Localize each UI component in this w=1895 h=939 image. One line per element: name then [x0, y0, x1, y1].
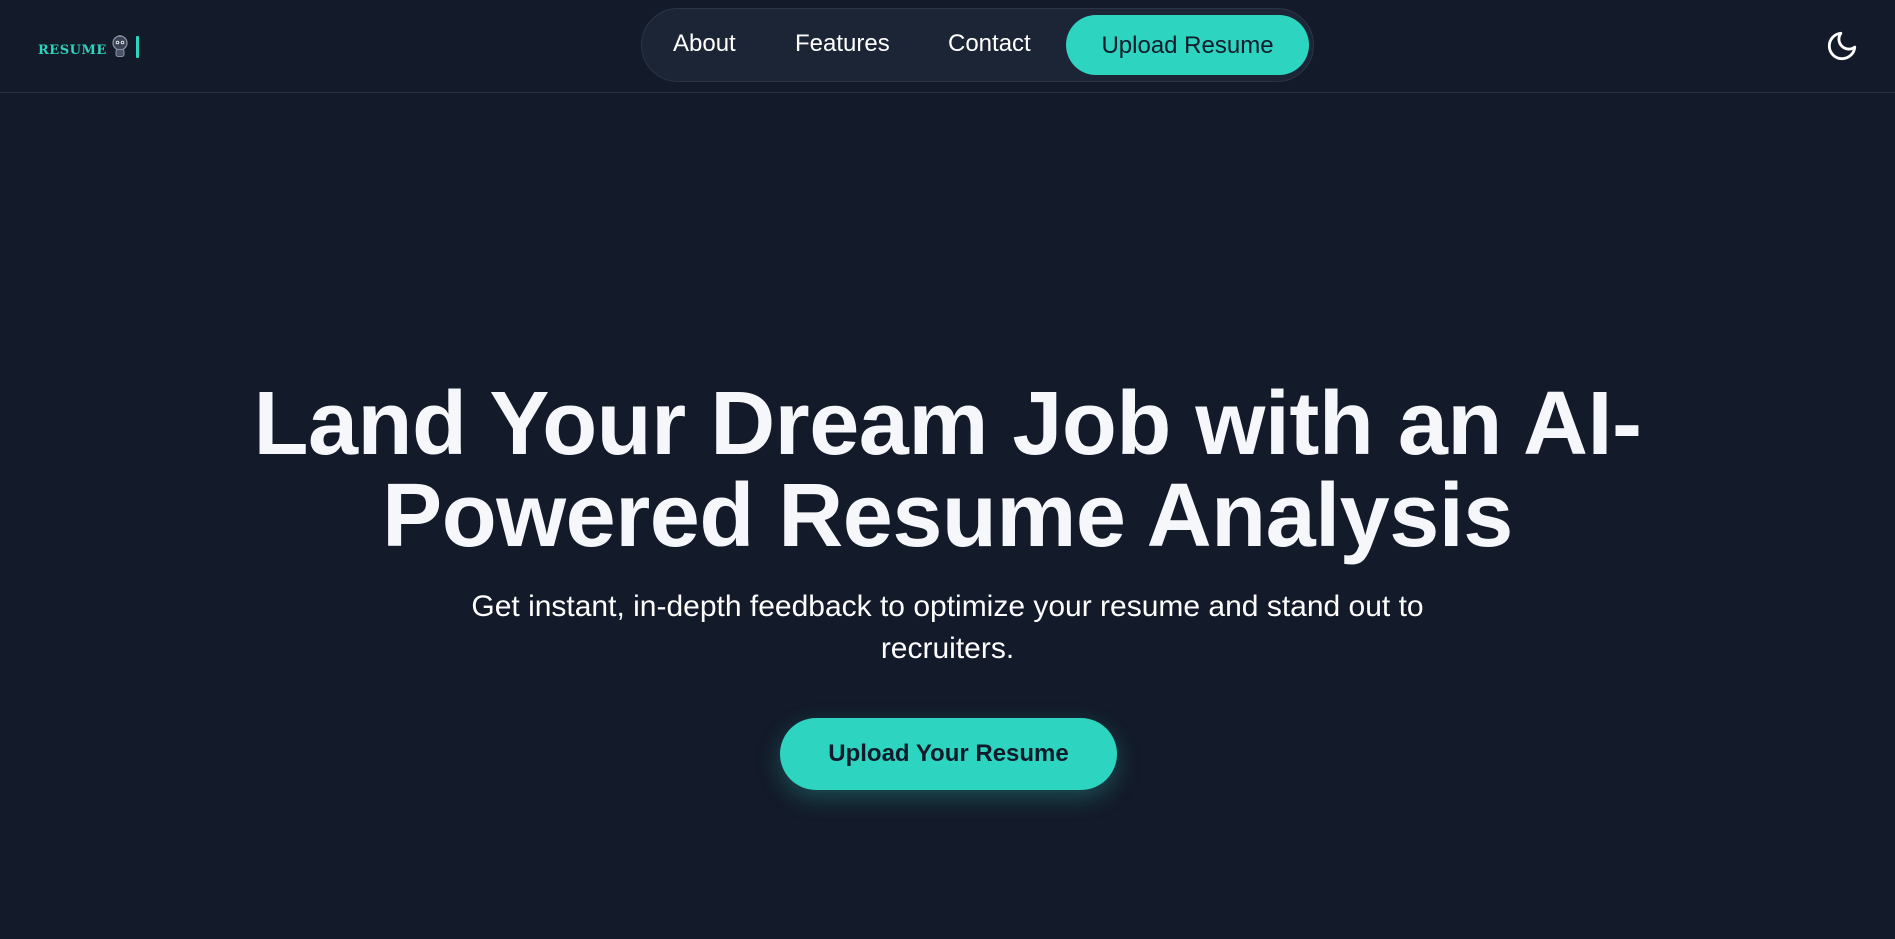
upload-resume-button[interactable]: Upload Resume	[1066, 15, 1309, 75]
robot-mascot-icon	[112, 35, 128, 57]
top-header: RESUME About Features Contact Upload Res…	[0, 0, 1895, 93]
main-nav: About Features Contact Upload Resume	[641, 8, 1314, 82]
hero-title: Land Your Dream Job with an AI-Powered R…	[253, 374, 1642, 566]
landing-page: RESUME About Features Contact Upload Res…	[0, 0, 1895, 939]
nav-link-contact[interactable]: Contact	[948, 29, 1031, 59]
logo-cursor-bar	[135, 36, 139, 58]
moon-icon	[1827, 31, 1857, 61]
logo-wordmark: RESUME	[38, 42, 107, 58]
theme-toggle-button[interactable]	[1825, 29, 1859, 63]
upload-your-resume-button[interactable]: Upload Your Resume	[780, 718, 1117, 790]
nav-link-about[interactable]: About	[673, 29, 736, 59]
hero-subtitle: Get instant, in-depth feedback to optimi…	[471, 590, 1424, 665]
nav-link-features[interactable]: Features	[795, 29, 890, 59]
brand-logo[interactable]: RESUME	[38, 32, 139, 62]
